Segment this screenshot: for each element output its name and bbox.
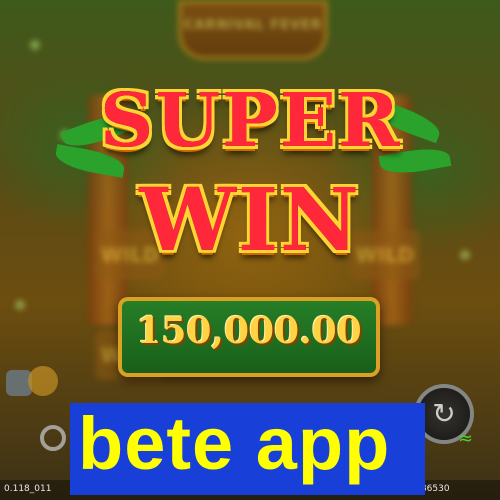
game-screen: CARNIVAL FEVER WILD WILD WILD SUPER WIN … (0, 0, 500, 500)
version-text: 0.118_011 (4, 484, 52, 494)
wifi-icon: ≈ (458, 428, 474, 449)
sparkle (15, 300, 25, 310)
game-title-text: CARNIVAL FEVER (183, 18, 323, 33)
game-title-sign: CARNIVAL FEVER (178, 0, 328, 60)
caption-text: bete app (78, 402, 391, 485)
sparkle (460, 250, 470, 260)
sparkle (30, 40, 40, 50)
super-text: SUPER (100, 78, 402, 164)
gear-icon[interactable] (40, 425, 66, 451)
win-text: WIN (139, 170, 361, 271)
coins-icon (28, 366, 58, 396)
win-amount: 150,000.00 (136, 310, 362, 352)
